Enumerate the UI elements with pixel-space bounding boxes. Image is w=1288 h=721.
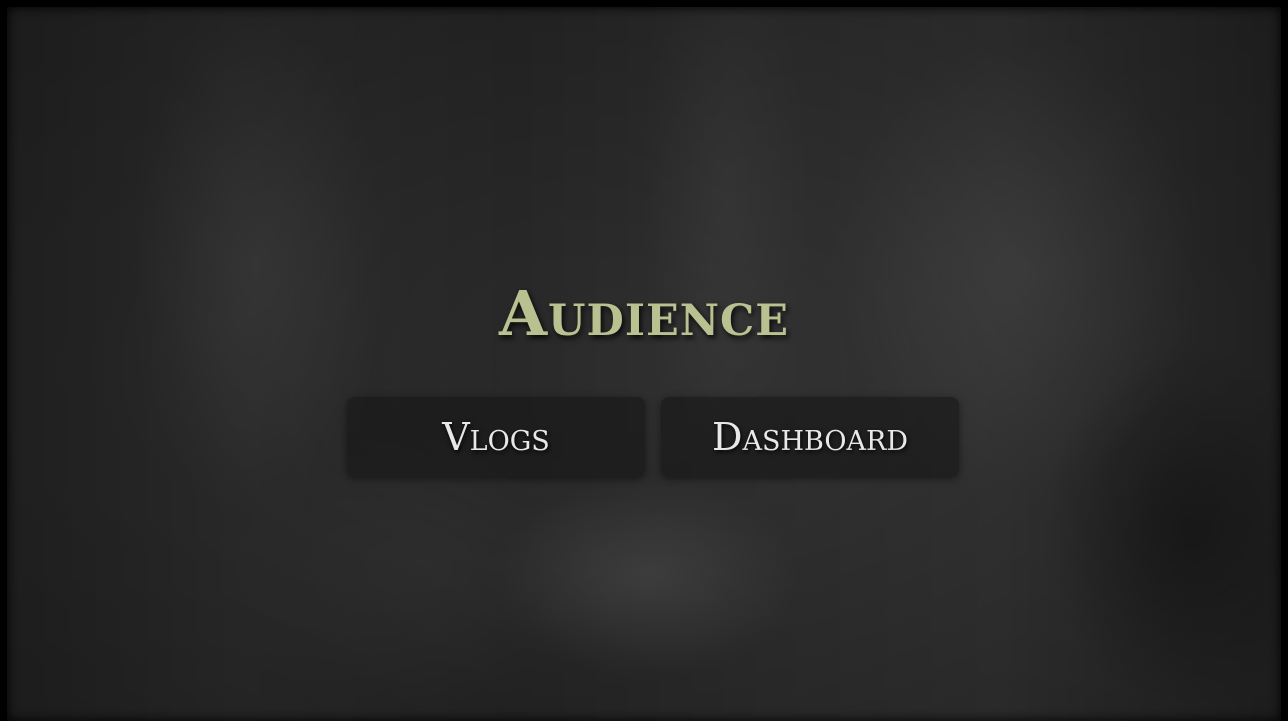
vlogs-button-label: Vlogs: [442, 415, 550, 459]
page-title: Audience: [498, 277, 790, 350]
dashboard-button-label: Dashboard: [712, 415, 908, 459]
dashboard-button[interactable]: Dashboard: [661, 397, 959, 477]
background-vignette: [7, 7, 1281, 721]
vlogs-button[interactable]: Vlogs: [347, 397, 645, 477]
app-screen: Audience Vlogs Dashboard: [0, 0, 1288, 721]
